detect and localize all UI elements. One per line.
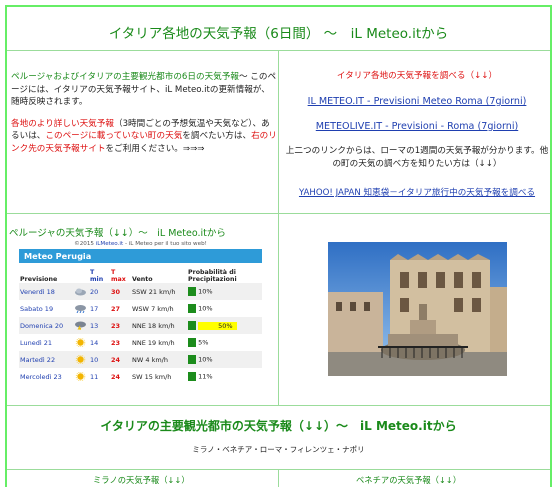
sun-icon — [73, 334, 89, 351]
row-wind-dir: SW — [132, 372, 143, 381]
intro-red-c: このページに載っていない町の天気 — [45, 131, 183, 141]
row-tmax: 30 — [110, 283, 131, 300]
forecast-row: Venerdì 18 20 30 SSW 21 km/h 10% — [19, 283, 262, 300]
milan-section-title: ミラノの天気予報（↓↓） — [93, 475, 190, 485]
intro-headline: ペルージャおよびイタリアの主要観光都市の6日の天気予報 — [11, 72, 239, 82]
row-wind-dir: NW — [132, 355, 144, 364]
cloud-icon — [73, 283, 89, 300]
row-prob-value: 10% — [198, 304, 213, 313]
forecast-row: Mercoledì 23 11 24 SW 15 km/h 11% — [19, 368, 262, 385]
main-section-title: イタリアの主要観光都市の天気予報（↓↓）〜 iL Meteo.itから — [100, 419, 457, 433]
row-wind: NNE 18 km/h — [131, 317, 187, 334]
row-prob-value: 50% — [198, 321, 237, 330]
row-day[interactable]: Mercoledì 23 — [19, 368, 73, 385]
row-prob-value: 11% — [198, 372, 213, 381]
probability-bar — [188, 321, 196, 330]
probability-bar — [188, 338, 196, 347]
venice-section-title: ベネチアの天気予報（↓↓） — [356, 475, 462, 485]
row-day[interactable]: Venerdì 18 — [19, 283, 73, 300]
thunderstorm-icon — [73, 317, 89, 334]
row-tmin: 20 — [89, 283, 110, 300]
row-tmin: 14 — [90, 338, 99, 347]
row-day[interactable]: Sabato 19 — [19, 300, 73, 317]
divider — [278, 50, 279, 405]
widget-title: Meteo Perugia — [19, 249, 262, 263]
row-prob-value: 10% — [198, 287, 213, 296]
perugia-section-title: ペルージャの天気予報（↓↓）〜 iL Meteo.itから — [9, 228, 226, 239]
row-wind: SSW 21 km/h — [131, 283, 187, 300]
probability-bar — [188, 372, 196, 381]
cities-list: ミラノ・ベネチア・ローマ・フィレンツェ・ナポリ — [192, 445, 365, 454]
row-day[interactable]: Domenica 20 — [19, 317, 73, 334]
row-wind-dir: NNE — [132, 321, 146, 330]
row-probability: 11% — [187, 368, 262, 385]
intro-text-d: を調べたい方は、 — [182, 131, 252, 141]
weather-widget: ©2015 iLMeteo.it - iL Meteo per il tuo s… — [19, 239, 262, 397]
row-wind-speed: 4 km/h — [145, 355, 168, 364]
row-wind-speed: 7 km/h — [151, 304, 174, 313]
sun-icon — [73, 368, 89, 385]
row-probability: 10% — [187, 283, 262, 300]
row-wind: WSW 7 km/h — [131, 300, 187, 317]
row-wind: NW 4 km/h — [131, 351, 187, 368]
row-probability: 10% — [187, 351, 262, 368]
row-tmin: 13 — [89, 317, 110, 334]
row-wind-dir: WSW — [132, 304, 149, 313]
probability-bar — [188, 355, 196, 364]
perugia-piazza-photo — [328, 242, 507, 376]
forecast-row: Sabato 19 17 27 WSW 7 km/h 10% — [19, 300, 262, 317]
divider — [7, 405, 550, 406]
row-probability: 50% — [187, 317, 262, 334]
intro-text-f: をご利用ください。⇒⇒⇒ — [105, 143, 205, 154]
header-probability: Probabilità di Precipitazioni — [188, 269, 237, 283]
row-day[interactable]: Martedì 22 — [19, 351, 73, 368]
links-note: 上二つのリンクからは、ローマの1週間の天気予報が分かります。他の町の天気の調べ方… — [285, 146, 549, 169]
row-tmax: 23 — [110, 317, 131, 334]
forecast-table: Previsione T min T max Vento Probabilità… — [19, 263, 262, 385]
row-wind-speed: 18 km/h — [147, 321, 175, 330]
forecast-row: Domenica 20 13 23 NNE 18 km/h 50% — [19, 317, 262, 334]
widget-credit: ©2015 iLMeteo.it - iL Meteo per il tuo s… — [19, 239, 262, 249]
row-tmax: 24 — [110, 351, 131, 368]
intro-red-a: 各地のより詳しい天気予報 — [11, 118, 114, 129]
intro-text: ペルージャおよびイタリアの主要観光都市の6日の天気予報〜 このページには、イタリ… — [11, 71, 277, 164]
header-wind: Vento — [132, 276, 153, 283]
row-wind-speed: 15 km/h — [144, 372, 172, 381]
row-wind-speed: 19 km/h — [147, 338, 175, 347]
link-ilmeteo-roma[interactable]: IL METEO.IT - Previsioni Meteo Roma (7gi… — [308, 96, 527, 107]
forecast-row: Martedì 22 10 24 NW 4 km/h 10% — [19, 351, 262, 368]
row-tmax: 24 — [111, 372, 121, 381]
row-wind-dir: NNE — [132, 338, 146, 347]
row-wind-speed: 21 km/h — [148, 287, 176, 296]
header-tmax: T max — [111, 269, 126, 283]
row-tmin: 17 — [90, 304, 99, 313]
credit-prefix: ©2015 — [74, 241, 96, 247]
row-prob-value: 5% — [198, 338, 209, 347]
page-title: イタリア各地の天気予報（6日間） 〜 iL Meteo.itから — [108, 26, 449, 42]
credit-suffix: - iL Meteo per il tuo sito web! — [123, 241, 207, 247]
row-tmin: 11 — [90, 372, 99, 381]
row-wind-dir: SSW — [132, 287, 147, 296]
ilmeteo-credit-link[interactable]: iLMeteo.it — [96, 241, 123, 247]
cloud-rain-icon — [73, 300, 89, 317]
row-prob-value: 10% — [198, 355, 213, 364]
row-tmin: 10 — [89, 351, 110, 368]
header-tmin: T min — [90, 269, 104, 283]
row-probability: 5% — [187, 334, 262, 351]
row-wind: SW 15 km/h — [131, 368, 187, 385]
probability-bar — [188, 287, 196, 296]
row-day[interactable]: Lunedì 21 — [19, 334, 73, 351]
probability-bar — [188, 304, 196, 313]
links-heading: イタリア各地の天気予報を調べる（↓↓） — [336, 71, 498, 81]
row-wind: NNE 19 km/h — [131, 334, 187, 351]
row-tmax: 23 — [111, 338, 121, 347]
sun-icon — [73, 351, 89, 368]
row-tmax: 27 — [111, 304, 121, 313]
forecast-row: Lunedì 21 14 23 NNE 19 km/h 5% — [19, 334, 262, 351]
row-probability: 10% — [187, 300, 262, 317]
header-day: Previsione — [20, 276, 58, 283]
link-meteolive-roma[interactable]: METEOLIVE.IT - Previsioni - Roma (7giorn… — [316, 121, 518, 132]
link-yahoo-chiebukuro[interactable]: YAHOO! JAPAN 知恵袋－イタリア旅行中の天気予報を調べる — [299, 188, 535, 198]
divider — [278, 469, 279, 487]
